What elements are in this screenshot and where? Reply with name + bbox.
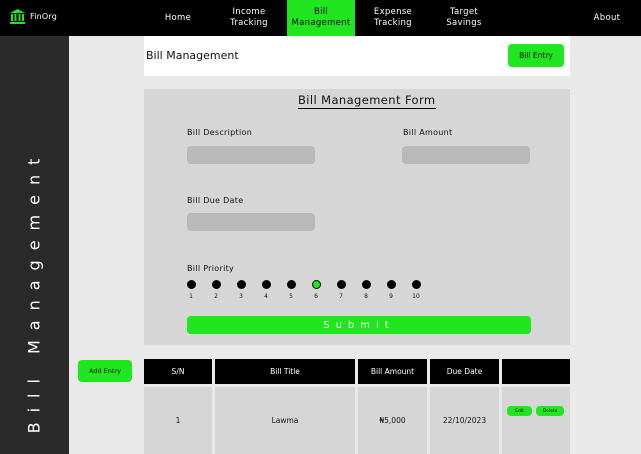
- priority-option-8[interactable]: [361, 280, 371, 289]
- priority-option-4[interactable]: [261, 280, 271, 289]
- priority-option-3[interactable]: [236, 280, 246, 289]
- nav-target-savings[interactable]: Target Savings: [440, 0, 488, 36]
- bill-entry-button[interactable]: Bill Entry: [508, 44, 564, 67]
- priority-option-label: 2: [214, 293, 218, 300]
- nav-bill-management[interactable]: Bill Management: [287, 0, 355, 36]
- table-cell-bill-amount: ₦5,000: [358, 387, 427, 454]
- bill-due-date-input[interactable]: [187, 213, 315, 231]
- form-title: Bill Management Form: [298, 93, 436, 109]
- priority-option-label: 4: [264, 293, 268, 300]
- bill-description-label: Bill Description: [187, 128, 253, 137]
- bill-management-form: Bill Management Form Bill Description Bi…: [144, 89, 570, 345]
- delete-button[interactable]: Delete: [536, 406, 564, 416]
- nav-expense-tracking[interactable]: Expense Tracking: [368, 0, 418, 36]
- app-logo[interactable]: FinOrg: [9, 8, 57, 25]
- priority-option-label: 5: [289, 293, 293, 300]
- priority-option-9[interactable]: [386, 280, 396, 289]
- table-header-actions: [502, 359, 570, 384]
- table-header-bill-amount: Bill Amount: [358, 359, 427, 384]
- bill-amount-label: Bill Amount: [403, 128, 453, 137]
- priority-option-5[interactable]: [286, 280, 296, 289]
- table-cell-sn: 1: [144, 387, 212, 454]
- priority-option-label: 1: [189, 293, 193, 300]
- nav-home[interactable]: Home: [156, 0, 200, 36]
- bill-priority-label: Bill Priority: [187, 264, 235, 273]
- table-header-sn: S/N: [144, 359, 212, 384]
- sidebar: Bill Management: [0, 36, 69, 454]
- priority-option-10[interactable]: [411, 280, 421, 289]
- add-entry-button[interactable]: Add Entry: [78, 360, 132, 382]
- priority-option-6[interactable]: [311, 280, 321, 289]
- top-navigation-bar: FinOrg Home Income Tracking Bill Managem…: [0, 0, 641, 36]
- table-cell-bill-title: Lawma: [215, 387, 355, 454]
- priority-option-7[interactable]: [336, 280, 346, 289]
- table-header-due-date: Due Date: [430, 359, 499, 384]
- priority-option-label: 9: [389, 293, 393, 300]
- bill-amount-input[interactable]: [402, 146, 530, 164]
- submit-button[interactable]: Submit: [187, 316, 531, 334]
- priority-option-label: 3: [239, 293, 243, 300]
- table-cell-due-date: 22/10/2023: [430, 387, 499, 454]
- bill-due-date-label: Bill Due Date: [187, 196, 244, 205]
- priority-option-label: 10: [412, 293, 420, 300]
- app-name: FinOrg: [30, 12, 58, 21]
- bill-description-input[interactable]: [187, 146, 315, 164]
- priority-option-label: 8: [364, 293, 368, 300]
- table-header-bill-title: Bill Title: [215, 359, 355, 384]
- page-header: Bill Management Bill Entry: [144, 36, 570, 76]
- priority-option-label: 6: [314, 293, 318, 300]
- table-cell-actions: [502, 387, 570, 454]
- priority-option-2[interactable]: [211, 280, 221, 289]
- sidebar-title: Bill Management: [24, 148, 44, 434]
- bank-icon: [9, 8, 26, 25]
- page-title: Bill Management: [146, 49, 239, 62]
- edit-button[interactable]: Edit: [507, 406, 532, 416]
- priority-option-1[interactable]: [186, 280, 196, 289]
- nav-income-tracking[interactable]: Income Tracking: [225, 0, 273, 36]
- priority-option-label: 7: [339, 293, 343, 300]
- nav-about[interactable]: About: [586, 0, 628, 36]
